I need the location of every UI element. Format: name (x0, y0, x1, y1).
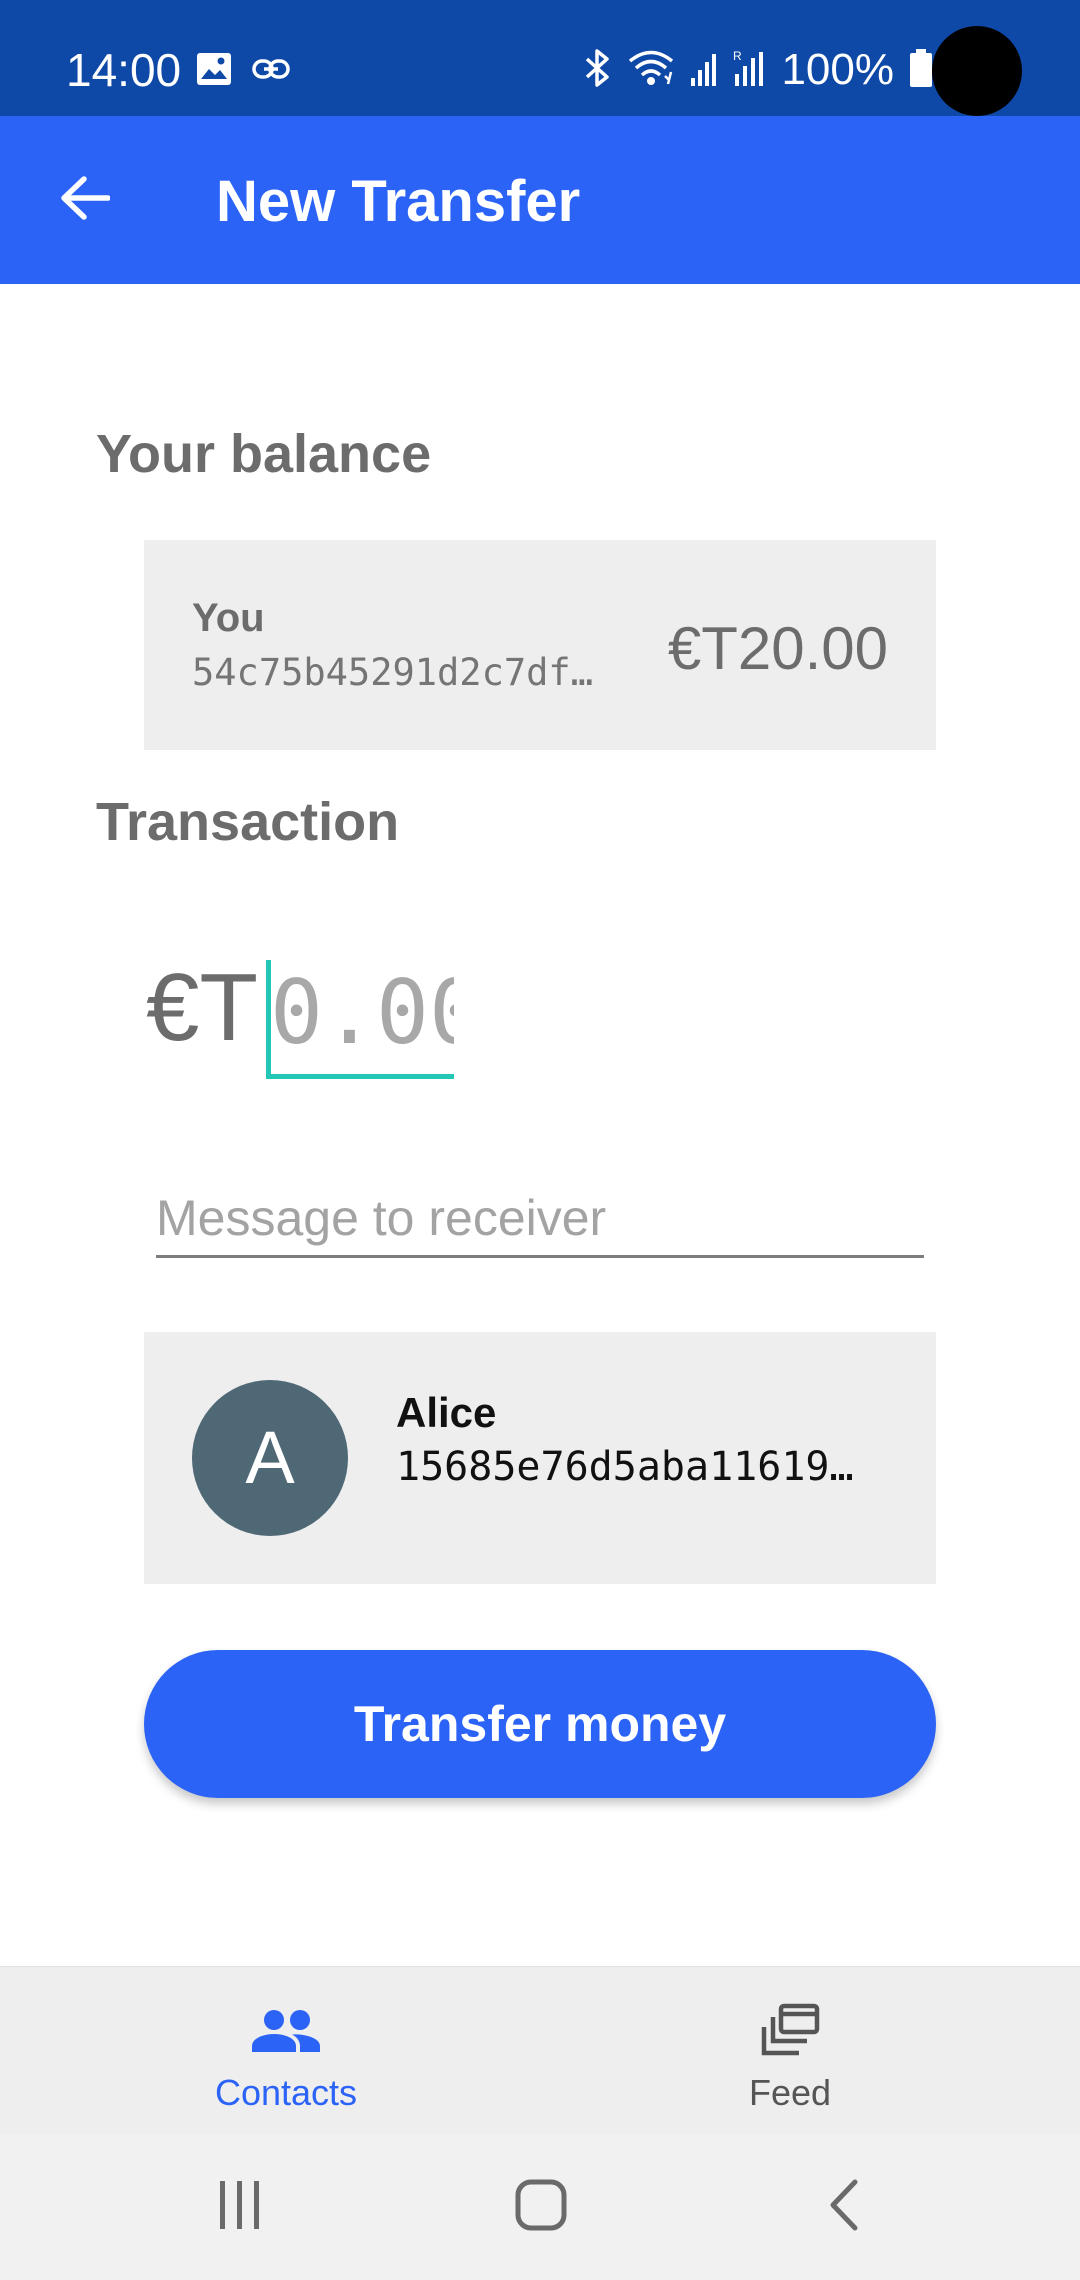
amount-field (266, 950, 454, 1080)
front-camera-cutout (932, 26, 1022, 116)
signal-icon (689, 48, 719, 93)
nav-label-contacts: Contacts (214, 2072, 358, 2113)
status-time: 14:00 (66, 44, 182, 96)
bluetooth-icon (583, 48, 613, 93)
wifi-icon (627, 48, 675, 93)
home-icon (514, 2178, 568, 2237)
bottom-navigation: Contacts Feed (0, 1966, 1080, 2134)
message-input[interactable] (156, 1180, 924, 1258)
app-bar: New Transfer (0, 116, 1080, 284)
feed-icon (759, 2001, 821, 2061)
system-navigation-bar (0, 2134, 1080, 2280)
status-bar: 14:00 R 100% (0, 0, 1080, 116)
link-icon (252, 58, 290, 85)
recipient-name: Alice (396, 1389, 497, 1436)
recipient-public-key: 15685e76d5aba11619… (396, 1444, 854, 1490)
svg-text:R: R (733, 49, 742, 63)
recent-apps-button[interactable] (210, 2174, 270, 2240)
battery-icon (908, 48, 934, 93)
nav-item-contacts[interactable]: Contacts (16, 1967, 556, 2135)
nav-item-feed[interactable]: Feed (520, 1967, 1060, 2135)
status-right-icons: R 100% (583, 42, 934, 98)
text-cursor (266, 960, 271, 1078)
screen: 14:00 R 100% New Transfer Your balance Y… (0, 0, 1080, 2280)
back-chevron-icon (825, 2178, 865, 2237)
transaction-section-title: Transaction (96, 792, 400, 852)
amount-input[interactable] (266, 950, 454, 1074)
avatar: A (192, 1380, 348, 1536)
page-title: New Transfer (216, 169, 581, 234)
back-button[interactable] (40, 156, 128, 244)
balance-owner-name: You (192, 596, 265, 640)
balance-card: You 54c75b45291d2c7df… €T20.00 (144, 540, 936, 750)
status-left-icons (196, 52, 290, 91)
balance-section-title: Your balance (96, 424, 432, 484)
message-field (156, 1180, 924, 1260)
recent-apps-icon (216, 2179, 264, 2236)
image-icon (196, 52, 232, 91)
system-back-button[interactable] (812, 2174, 878, 2240)
recipient-card[interactable]: A Alice 15685e76d5aba11619… (144, 1332, 936, 1584)
battery-percent: 100% (781, 45, 894, 94)
currency-prefix: €T (146, 954, 259, 1061)
amount-underline (266, 1074, 454, 1079)
balance-public-key: 54c75b45291d2c7df… (192, 651, 593, 694)
signal-roaming-icon: R (733, 48, 767, 93)
transfer-money-button[interactable]: Transfer money (144, 1650, 936, 1798)
balance-amount: €T20.00 (667, 615, 888, 682)
arrow-back-icon (58, 174, 111, 227)
home-button[interactable] (508, 2174, 574, 2240)
people-icon (250, 2001, 322, 2061)
nav-label-feed: Feed (748, 2072, 832, 2113)
